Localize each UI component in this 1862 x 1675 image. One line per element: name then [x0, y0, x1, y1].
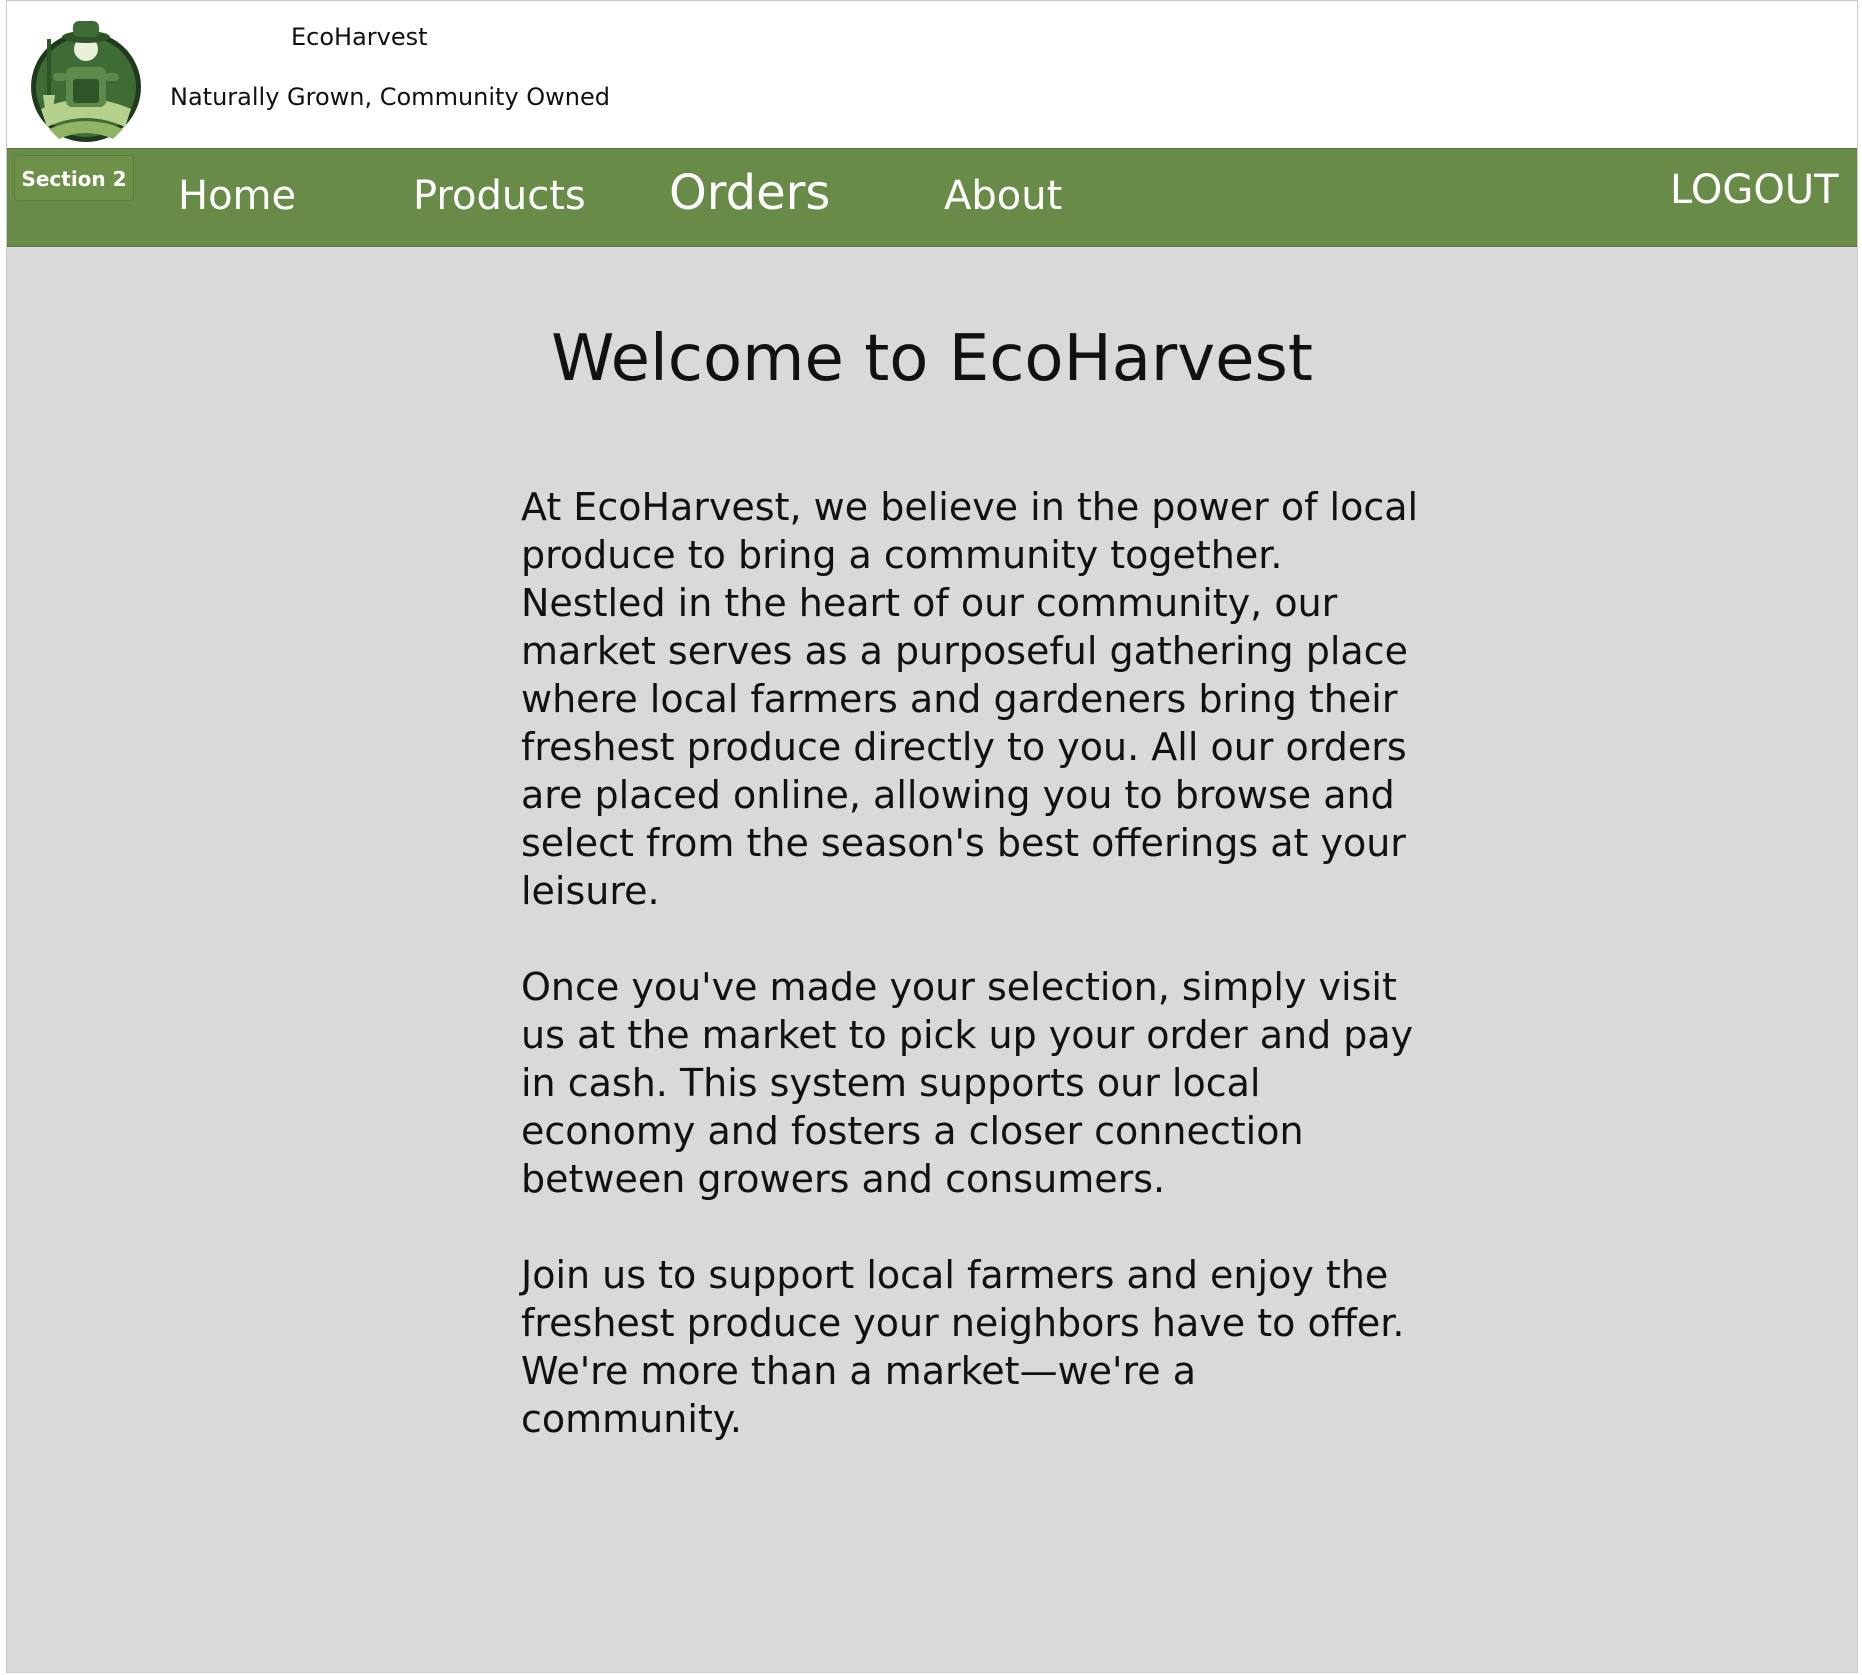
nav-item-about[interactable]: About [944, 173, 1062, 219]
main-navigation: Section 2 Home Products Orders About LOG… [7, 148, 1857, 247]
nav-item-orders[interactable]: Orders [669, 165, 830, 221]
main-content: Welcome to EcoHarvest At EcoHarvest, we … [7, 247, 1857, 1672]
site-header: EcoHarvest Naturally Grown, Community Ow… [7, 1, 1857, 148]
site-name: EcoHarvest [291, 23, 428, 51]
nav-item-products[interactable]: Products [413, 173, 586, 219]
intro-paragraph: At EcoHarvest, we believe in the power o… [521, 485, 1419, 913]
page-frame: EcoHarvest Naturally Grown, Community Ow… [6, 0, 1858, 1673]
join-paragraph: Join us to support local farmers and enj… [521, 1253, 1405, 1441]
site-tagline: Naturally Grown, Community Owned [170, 83, 611, 111]
logout-button[interactable]: LOGOUT [1670, 167, 1839, 213]
section-badge[interactable]: Section 2 [14, 155, 134, 201]
farmer-logo-icon [31, 21, 141, 142]
nav-item-home[interactable]: Home [178, 173, 296, 219]
pickup-paragraph: Once you've made your selection, simply … [521, 965, 1414, 1201]
page-title: Welcome to EcoHarvest [551, 322, 1313, 396]
welcome-text: At EcoHarvest, we believe in the power o… [521, 483, 1421, 1491]
